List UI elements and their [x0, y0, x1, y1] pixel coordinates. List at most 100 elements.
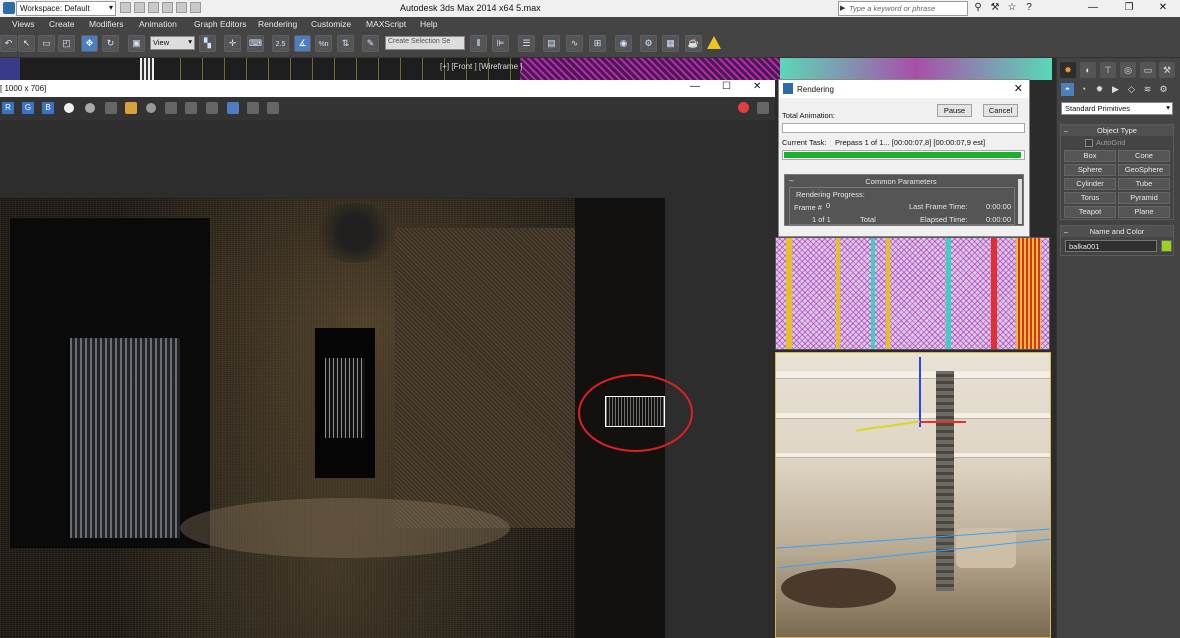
- search-input[interactable]: ▶ Type a keyword or phrase: [838, 1, 968, 16]
- menu-customize[interactable]: Customize: [311, 19, 351, 29]
- app-menu-icon[interactable]: [3, 2, 15, 14]
- tools-icon[interactable]: ⚒: [989, 2, 1001, 14]
- select-rotate-icon[interactable]: ↻: [102, 35, 119, 52]
- shapes-icon[interactable]: ◔: [1077, 83, 1090, 96]
- cameras-icon[interactable]: ▶: [1109, 83, 1122, 96]
- save-icon[interactable]: [148, 2, 159, 13]
- box-button[interactable]: Box: [1064, 150, 1116, 162]
- mirror-icon[interactable]: ⫴: [470, 35, 487, 52]
- named-selection-set-dropdown[interactable]: Create Selection Se: [385, 36, 465, 50]
- graphite-ribbon-icon[interactable]: ▤: [543, 35, 560, 52]
- lights-icon[interactable]: ✹: [1093, 83, 1106, 96]
- viewport-label-front[interactable]: [+] [Front ] [Wireframe ]: [440, 62, 522, 71]
- modify-tab-icon[interactable]: ◐: [1080, 62, 1096, 78]
- edit-named-selection-icon[interactable]: ✎: [362, 35, 379, 52]
- plane-button[interactable]: Plane: [1118, 206, 1170, 218]
- undo-icon[interactable]: ↶: [0, 35, 17, 52]
- vfb-close-button[interactable]: ✕: [753, 81, 761, 92]
- systems-icon[interactable]: ⚙: [1157, 83, 1170, 96]
- menu-modifiers[interactable]: Modifiers: [89, 19, 123, 29]
- close-button[interactable]: ✕: [1148, 2, 1178, 13]
- blue-channel-toggle[interactable]: B: [42, 102, 54, 114]
- menu-rendering[interactable]: Rendering: [258, 19, 297, 29]
- lut-icon[interactable]: [247, 102, 259, 114]
- teapot-button[interactable]: Teapot: [1064, 206, 1116, 218]
- binoculars-icon[interactable]: ⚲: [972, 2, 984, 14]
- track-icon[interactable]: [185, 102, 197, 114]
- geometry-icon[interactable]: ◓: [1061, 83, 1074, 96]
- spacewarps-icon[interactable]: ≋: [1141, 83, 1154, 96]
- pivot-icon[interactable]: ▚: [199, 35, 216, 52]
- display-tab-icon[interactable]: ▭: [1140, 62, 1156, 78]
- name-and-color-header[interactable]: – Name and Color: [1061, 226, 1173, 237]
- render-teapot-icon[interactable]: [757, 102, 769, 114]
- keyboard-shortcut-icon[interactable]: ⌨: [247, 35, 264, 52]
- primitive-type-dropdown[interactable]: Standard Primitives ▾: [1061, 102, 1173, 115]
- rendering-close-button[interactable]: ✕: [1014, 82, 1023, 95]
- menu-animation[interactable]: Animation: [139, 19, 177, 29]
- object-name-input[interactable]: balka001: [1065, 240, 1157, 252]
- autogrid-checkbox[interactable]: AutoGrid: [1085, 138, 1126, 148]
- teapot-icon[interactable]: [206, 102, 218, 114]
- menu-help[interactable]: Help: [420, 19, 437, 29]
- alpha-channel-icon[interactable]: [64, 103, 74, 113]
- menu-create[interactable]: Create: [49, 19, 75, 29]
- stop-render-icon[interactable]: [738, 102, 749, 113]
- percent-snap-icon[interactable]: %n: [315, 35, 332, 52]
- snaps-toggle-icon[interactable]: 2.5: [272, 35, 289, 52]
- gizmo-y-axis[interactable]: [856, 420, 920, 432]
- tube-button[interactable]: Tube: [1118, 178, 1170, 190]
- hold-icon[interactable]: [190, 2, 201, 13]
- minimize-button[interactable]: —: [1078, 2, 1108, 13]
- helpers-icon[interactable]: ◇: [1125, 83, 1138, 96]
- new-icon[interactable]: [120, 2, 131, 13]
- open-icon[interactable]: [134, 2, 145, 13]
- object-type-header[interactable]: – Object Type: [1061, 125, 1173, 136]
- open-folder-icon[interactable]: [125, 102, 137, 114]
- clear-icon[interactable]: [146, 103, 156, 113]
- curve-editor-icon[interactable]: ∿: [566, 35, 583, 52]
- select-move-icon[interactable]: ✥: [81, 35, 98, 52]
- cancel-button[interactable]: Cancel: [983, 104, 1018, 117]
- warning-icon[interactable]: [707, 36, 721, 49]
- reference-coordinate-dropdown[interactable]: View ▾: [150, 36, 195, 50]
- cylinder-button[interactable]: Cylinder: [1064, 178, 1116, 190]
- render-production-icon[interactable]: ☕: [685, 35, 702, 52]
- region-render-icon[interactable]: [227, 102, 239, 114]
- angle-snap-icon[interactable]: ∡: [294, 35, 311, 52]
- pyramid-button[interactable]: Pyramid: [1118, 192, 1170, 204]
- gizmo-x-axis[interactable]: [921, 421, 966, 423]
- cone-button[interactable]: Cone: [1118, 150, 1170, 162]
- pause-button[interactable]: Pause: [937, 104, 972, 117]
- utilities-tab-icon[interactable]: ⚒: [1159, 62, 1175, 78]
- viewport-perspective[interactable]: [775, 352, 1051, 638]
- star-icon[interactable]: ☆: [1006, 2, 1018, 14]
- common-parameters-title[interactable]: Common Parameters: [785, 177, 1017, 186]
- redo-icon[interactable]: [176, 2, 187, 13]
- sphere-button[interactable]: Sphere: [1064, 164, 1116, 176]
- spinner-snap-icon[interactable]: ⇅: [337, 35, 354, 52]
- geosphere-button[interactable]: GeoSphere: [1118, 164, 1170, 176]
- green-channel-toggle[interactable]: G: [22, 102, 34, 114]
- hierarchy-tab-icon[interactable]: ⊤: [1100, 62, 1116, 78]
- rollout-scrollbar[interactable]: [1018, 179, 1022, 224]
- layer-manager-icon[interactable]: ☰: [518, 35, 535, 52]
- red-channel-toggle[interactable]: R: [2, 102, 14, 114]
- menu-views[interactable]: Views: [12, 19, 35, 29]
- history-icon[interactable]: [267, 102, 279, 114]
- align-icon[interactable]: ⊫: [492, 35, 509, 52]
- torus-button[interactable]: Torus: [1064, 192, 1116, 204]
- maximize-button[interactable]: ❐: [1114, 2, 1144, 13]
- viewport-top-wireframe[interactable]: [775, 237, 1050, 350]
- menu-graph-editors[interactable]: Graph Editors: [194, 19, 246, 29]
- save-image-icon[interactable]: [105, 102, 117, 114]
- select-manipulate-icon[interactable]: ✛: [224, 35, 241, 52]
- undo-icon[interactable]: [162, 2, 173, 13]
- select-object-icon[interactable]: ↖: [18, 35, 35, 52]
- monochrome-icon[interactable]: [85, 103, 95, 113]
- material-editor-icon[interactable]: ◉: [615, 35, 632, 52]
- object-color-swatch[interactable]: [1161, 240, 1172, 252]
- window-crossing-icon[interactable]: ◰: [58, 35, 75, 52]
- render-setup-icon[interactable]: ⚙: [640, 35, 657, 52]
- select-scale-icon[interactable]: ▣: [128, 35, 145, 52]
